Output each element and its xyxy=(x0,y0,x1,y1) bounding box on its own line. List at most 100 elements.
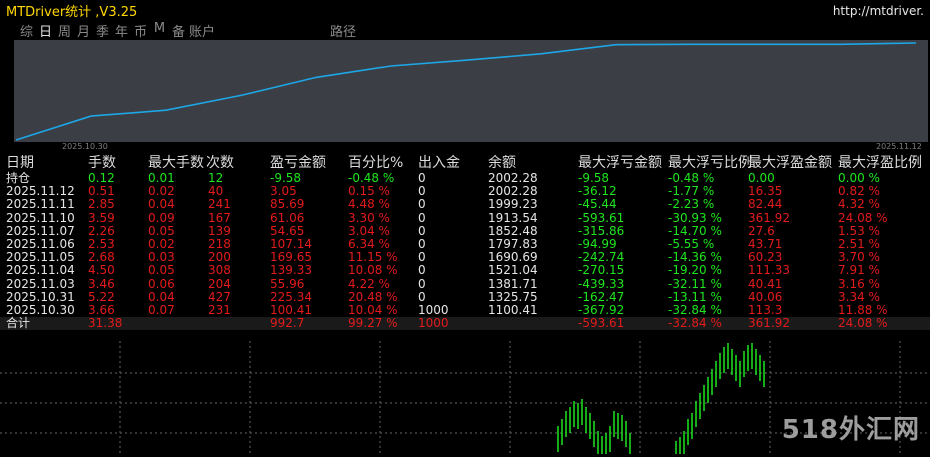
col-lots-cell: 31.38 xyxy=(88,316,123,331)
table-row[interactable]: 2025.11.12 0.51 0.02 40 3.05 0.15 % 0 2002.28 -3… xyxy=(0,184,930,198)
table-row[interactable]: 2025.11.04 4.50 0.05 308 139.33 10.08 % 0 1521.… xyxy=(0,264,930,277)
tab-path[interactable]: 路径 xyxy=(328,21,358,40)
period-toolbar: 综 日 周 月 季 年 币 M 备 账户 路径 xyxy=(17,21,358,40)
col-profit-cell: 55.96 xyxy=(270,276,305,291)
col-percent-cell: 4.22 % xyxy=(348,276,390,291)
col-balance-header: 余额 xyxy=(488,155,516,171)
col-balance-cell: 1521.04 xyxy=(488,263,538,278)
col-max-float-profit-cell: 361.92 xyxy=(748,316,790,331)
col-percent-cell: 99.27 % xyxy=(348,316,398,331)
table-row[interactable]: 2025.11.06 2.53 0.02 218 107.14 6.34 % 0 1797.8… xyxy=(0,237,930,251)
row-date: 2025.11.03 xyxy=(6,276,75,291)
col-deposit-cell: 0 xyxy=(418,263,426,278)
tab-yearly[interactable]: 年 xyxy=(112,21,131,40)
website-link[interactable]: http://mtdriver. xyxy=(833,4,924,18)
col-balance-cell: 1852.48 xyxy=(488,223,538,238)
axis-end-date: 2025.11.12 xyxy=(876,142,922,151)
col-max-float-loss-pct-cell: -32.11 % xyxy=(668,276,722,291)
tab-daily[interactable]: 日 xyxy=(36,21,55,40)
tab-monthly[interactable]: 月 xyxy=(74,21,93,40)
tab-notes[interactable]: 备 xyxy=(169,21,188,40)
table-row[interactable]: 2025.10.30 3.66 0.07 231 100.41 10.04 % 1000 11… xyxy=(0,302,930,317)
tab-account[interactable]: 账户 xyxy=(188,21,216,40)
col-count-header: 次数 xyxy=(206,155,234,171)
equity-chart-axis: 2025.10.30 2025.11.12 xyxy=(0,142,930,154)
tab-summary[interactable]: 综 xyxy=(17,21,36,40)
col-max-float-loss-pct-cell: -32.84 % xyxy=(668,316,722,331)
col-max-float-profit-pct-cell: 3.34 % xyxy=(838,289,880,304)
col-balance-cell: 1100.41 xyxy=(488,302,538,317)
col-profit-cell: 61.06 xyxy=(270,210,305,225)
col-count-cell: 241 xyxy=(208,197,231,212)
col-max-float-loss-header: 最大浮亏金额 xyxy=(578,155,662,171)
col-count-cell: 139 xyxy=(208,223,231,238)
equity-chart xyxy=(14,40,928,142)
col-lots-header: 手数 xyxy=(88,155,116,171)
table-body: 2025.11.12 0.51 0.02 40 3.05 0.15 % 0 2002.28 -3… xyxy=(0,184,930,317)
axis-start-date: 2025.10.30 xyxy=(62,142,108,151)
table-row[interactable]: 2025.11.03 3.46 0.06 204 55.96 4.22 % 0 1381.71… xyxy=(0,276,930,291)
col-max-float-loss-pct-cell: -19.20 % xyxy=(668,263,722,278)
tab-quarterly[interactable]: 季 xyxy=(93,21,112,40)
col-max-float-profit-pct-cell: 1.53 % xyxy=(838,223,880,238)
col-lots-cell: 3.46 xyxy=(88,276,115,291)
table-row[interactable]: 2025.11.07 2.26 0.05 139 54.65 3.04 % 0 1852.48… xyxy=(0,223,930,238)
col-lots-cell: 2.85 xyxy=(88,197,115,212)
col-lots-cell: 2.26 xyxy=(88,223,115,238)
col-balance-cell: 1325.75 xyxy=(488,289,538,304)
col-balance-cell: 1913.54 xyxy=(488,210,538,225)
row-date: 2025.11.07 xyxy=(6,223,75,238)
table-header: 日期 手数 最大手数 次数 盈亏金额 百分比% 出入金 余额 最大浮亏金额 最大浮亏比例 最大浮盈金… xyxy=(0,155,930,172)
col-percent-cell: 20.48 % xyxy=(348,289,398,304)
col-count-cell: 167 xyxy=(208,210,231,225)
col-max-float-loss-cell: -593.61 xyxy=(578,316,625,331)
col-max-float-profit-pct-cell: 24.08 % xyxy=(838,316,888,331)
col-max-lots-cell: 0.04 xyxy=(148,197,175,212)
col-max-float-profit-cell: 27.6 xyxy=(748,223,775,238)
col-profit-cell: 992.7 xyxy=(270,316,305,331)
col-deposit-cell: 0 xyxy=(418,197,426,212)
col-deposit-cell: 0 xyxy=(418,223,426,238)
watermark-logo: 518外汇网 xyxy=(781,415,920,445)
table-row[interactable]: 2025.11.11 2.85 0.04 241 85.69 4.48 % 0 1999.23… xyxy=(0,198,930,211)
col-count-cell: 427 xyxy=(208,289,231,304)
col-max-float-loss-cell: -439.33 xyxy=(578,276,625,291)
col-max-float-loss-pct-cell: -14.70 % xyxy=(668,223,722,238)
table-row[interactable]: 2025.11.05 2.68 0.03 200 169.65 11.15 % 0 1690.… xyxy=(0,250,930,264)
col-max-float-profit-pct-cell: 7.91 % xyxy=(838,263,880,278)
col-max-float-loss-pct-header: 最大浮亏比例 xyxy=(668,155,752,171)
col-profit-cell: 54.65 xyxy=(270,223,305,238)
col-count-cell: 204 xyxy=(208,276,231,291)
col-max-float-profit-cell: 361.92 xyxy=(748,210,790,225)
col-max-float-profit-pct-cell: 3.16 % xyxy=(838,276,880,291)
col-deposit-cell: 0 xyxy=(418,289,426,304)
col-percent-cell: 4.48 % xyxy=(348,197,390,212)
col-count-cell: 231 xyxy=(208,302,231,317)
equity-curve-svg xyxy=(15,42,917,141)
col-max-float-profit-pct-cell: 4.32 % xyxy=(838,197,880,212)
col-deposit-cell: 0 xyxy=(418,210,426,225)
col-date-header: 日期 xyxy=(6,155,34,171)
col-max-lots-cell: 0.05 xyxy=(148,263,175,278)
col-max-float-loss-pct-cell: -13.11 % xyxy=(668,289,722,304)
col-lots-cell: 5.22 xyxy=(88,289,115,304)
col-max-float-profit-pct-header: 最大浮盈比例 xyxy=(838,155,922,171)
col-deposit-cell: 0 xyxy=(418,276,426,291)
col-max-float-profit-header: 最大浮盈金额 xyxy=(748,155,832,171)
col-percent-cell: 10.08 % xyxy=(348,263,398,278)
tab-magic[interactable]: M xyxy=(150,21,169,39)
app-title: MTDriver统计 ,V3.25 xyxy=(6,5,138,20)
col-percent-header: 百分比% xyxy=(348,155,404,171)
tab-weekly[interactable]: 周 xyxy=(55,21,74,40)
col-max-lots-cell: 0.06 xyxy=(148,276,175,291)
col-max-float-profit-pct-cell: 24.08 % xyxy=(838,210,888,225)
col-count-cell: 308 xyxy=(208,263,231,278)
col-max-float-profit-cell: 40.06 xyxy=(748,289,783,304)
col-percent-cell: 3.30 % xyxy=(348,210,390,225)
col-lots-cell: 4.50 xyxy=(88,263,115,278)
col-balance-cell: 1999.23 xyxy=(488,197,538,212)
tab-currency[interactable]: 币 xyxy=(131,21,150,40)
table-row[interactable]: 2025.11.10 3.59 0.09 167 61.06 3.30 % 0 1913.54… xyxy=(0,210,930,225)
table-row[interactable]: 2025.10.31 5.22 0.04 427 225.34 20.48 % 0 1325.… xyxy=(0,289,930,304)
col-max-float-loss-pct-cell: -2.23 % xyxy=(668,197,715,212)
